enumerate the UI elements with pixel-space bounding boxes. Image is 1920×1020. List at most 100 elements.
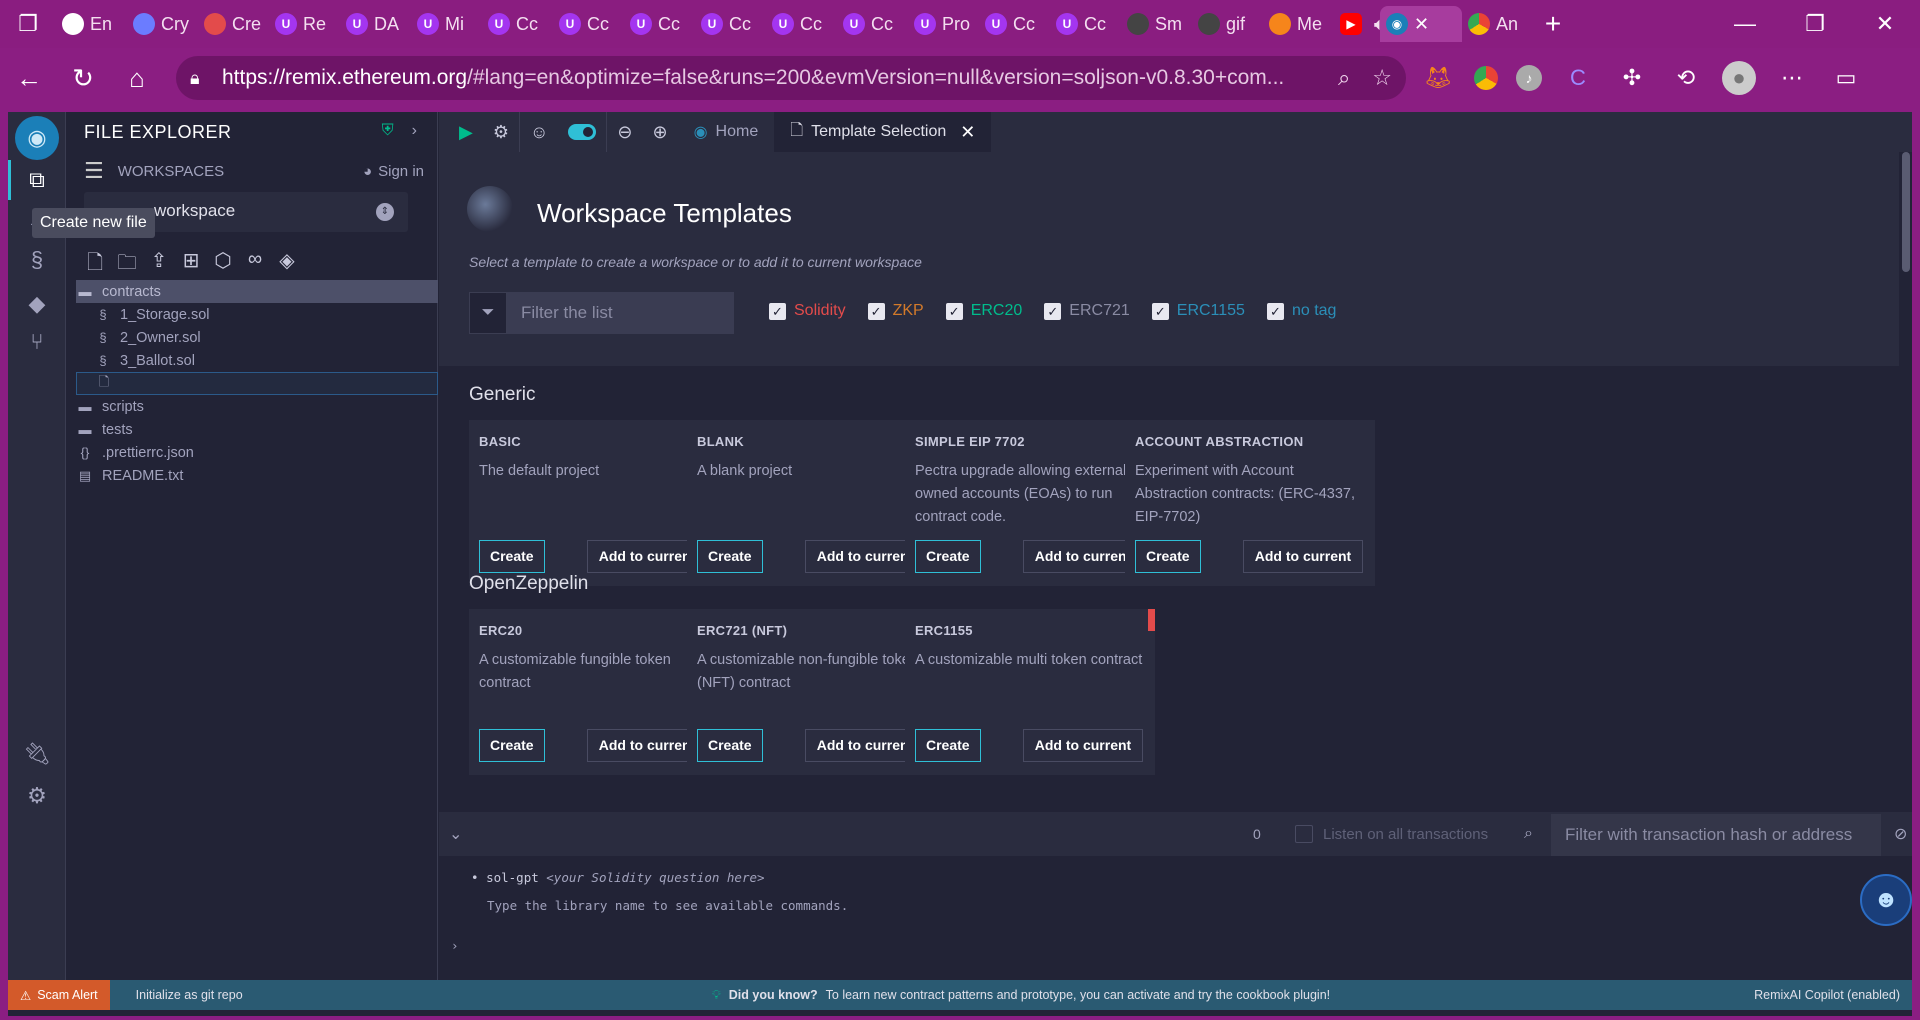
history-icon[interactable]: ⟲ (1668, 60, 1704, 96)
shield-icon[interactable]: ⛨ (382, 122, 394, 140)
home-button[interactable]: ⌂ (110, 54, 164, 102)
import-package-icon[interactable]: ⬡ (212, 248, 234, 282)
copilot-status[interactable]: RemixAI Copilot (enabled) (1754, 988, 1900, 1002)
folder-item[interactable]: ▬ contracts (76, 280, 438, 303)
menu-dots-icon[interactable]: ⋯ (1774, 60, 1810, 96)
browser-tab[interactable]: U Cc (1050, 6, 1121, 42)
tab-home[interactable]: ◉ Home (678, 112, 775, 152)
browser-tab[interactable]: U Cc (482, 6, 553, 42)
settings-gear-icon[interactable]: ⚙ (8, 774, 66, 818)
close-window-button[interactable]: ✕ (1850, 0, 1920, 48)
folder-item[interactable]: ▬ scripts (76, 395, 438, 418)
terminal-prompt[interactable]: › (451, 938, 459, 953)
minimize-button[interactable]: — (1710, 0, 1780, 48)
browser-tab[interactable]: Cry (127, 6, 198, 42)
create-button[interactable]: Create (697, 729, 763, 762)
checkbox-checked-icon[interactable]: ✓ (945, 302, 963, 320)
ai-icon[interactable]: ☺ (520, 122, 558, 143)
solidity-compiler-icon[interactable]: § (8, 238, 66, 282)
url-text[interactable]: https://remix.ethereum.org/#lang=en&opti… (222, 66, 1338, 90)
checkbox-checked-icon[interactable]: ✓ (867, 302, 885, 320)
add-to-current-button[interactable]: Add to current (1023, 729, 1143, 762)
address-bar[interactable]: 🔒︎ https://remix.ethereum.org/#lang=en&o… (176, 56, 1406, 100)
file-item[interactable]: ▤ README.txt (76, 464, 438, 487)
close-icon[interactable]: ✕ (1414, 14, 1429, 35)
hamburger-menu-icon[interactable]: ☰ (84, 158, 104, 184)
tag-filter[interactable]: ✓ no tag (1266, 302, 1336, 320)
upload-icon[interactable]: ⇪ (148, 248, 170, 282)
create-button[interactable]: Create (479, 540, 545, 573)
transaction-filter-input[interactable]: Filter with transaction hash or address (1551, 814, 1881, 856)
checkbox[interactable] (1295, 825, 1313, 843)
browser-tab[interactable]: U Cc (979, 6, 1050, 42)
git-icon[interactable]: ⑂ (8, 320, 66, 364)
zoom-icon[interactable]: ⌕ (1338, 65, 1350, 91)
chevron-down-icon[interactable]: ⌄ (449, 824, 462, 844)
browser-tab[interactable]: En (56, 6, 127, 42)
zoom-out-icon[interactable]: ⊖ (607, 122, 642, 143)
music-icon[interactable]: ♪ (1516, 65, 1542, 91)
tag-filter[interactable]: ✓ ERC20 (945, 302, 1022, 320)
checkbox-checked-icon[interactable]: ✓ (1266, 302, 1284, 320)
create-button[interactable]: Create (1135, 540, 1201, 573)
checkbox-checked-icon[interactable]: ✓ (769, 302, 786, 320)
new-tab-button[interactable]: + (1533, 8, 1573, 40)
browser-tab[interactable]: U Pro (908, 6, 979, 42)
extensions-puzzle-icon[interactable]: ✣ (1614, 60, 1650, 96)
diamond-icon[interactable]: ◈ (276, 248, 298, 282)
tab-remix[interactable]: ◉ ✕ (1380, 6, 1462, 42)
plugin-manager-icon[interactable]: 🔌︎ (8, 732, 66, 776)
tag-filter[interactable]: ✓ ERC721 (1044, 302, 1130, 320)
browser-tab[interactable]: U Cc (695, 6, 766, 42)
browser-tab[interactable]: U Cc (624, 6, 695, 42)
file-item[interactable]: § 2_Owner.sol (76, 326, 438, 349)
file-item[interactable]: § 1_Storage.sol (76, 303, 438, 326)
new-folder-icon[interactable]: 🗀︎ (116, 248, 138, 282)
add-to-current-button[interactable]: Add to current (1243, 540, 1363, 573)
tab-template-selection[interactable]: 🗋︎ Template Selection ✕ (774, 112, 992, 152)
ai-toggle[interactable] (568, 124, 597, 140)
browser-tab[interactable]: Me (1263, 6, 1334, 42)
browser-tab[interactable]: U Re (269, 6, 340, 42)
new-file-icon[interactable]: 🗋︎ (84, 248, 106, 282)
file-item[interactable]: § 3_Ballot.sol (76, 349, 438, 372)
browser-tab[interactable]: U DA (340, 6, 411, 42)
browser-tab[interactable]: gif (1192, 6, 1263, 42)
browser-tab[interactable]: U Cc (766, 6, 837, 42)
init-git-button[interactable]: Initialize as git repo (136, 988, 243, 1002)
create-button[interactable]: Create (479, 729, 545, 762)
close-icon[interactable]: ✕ (960, 122, 975, 143)
metamask-icon[interactable]: 🦊︎ (1420, 60, 1456, 96)
browser-tab[interactable]: Sm (1121, 6, 1192, 42)
browser-tab[interactable]: U Cc (553, 6, 624, 42)
checkbox-checked-icon[interactable]: ✓ (1151, 302, 1169, 320)
run-icon[interactable]: ▶ (449, 122, 483, 143)
profile-avatar[interactable]: ● (1722, 61, 1756, 95)
extension-color-icon[interactable] (1474, 66, 1498, 90)
tag-filter[interactable]: ✓ ERC1155 (1151, 302, 1245, 320)
link-icon[interactable]: ∞ (244, 248, 266, 282)
favorite-star-icon[interactable]: ☆ (1372, 65, 1392, 91)
sidebar-toggle-icon[interactable]: ▭ (1828, 60, 1864, 96)
checkbox-checked-icon[interactable]: ✓ (1044, 302, 1062, 320)
folder-item[interactable]: ▬ tests (76, 418, 438, 441)
scam-alert-button[interactable]: ⚠ Scam Alert (8, 980, 110, 1010)
browser-tab[interactable]: Cre (198, 6, 269, 42)
restore-button[interactable]: ❐ (1780, 0, 1850, 48)
zoom-in-icon[interactable]: ⊕ (642, 122, 677, 143)
extension-c-icon[interactable]: C (1560, 60, 1596, 96)
scrollbar[interactable] (1902, 152, 1910, 272)
upload-folder-icon[interactable]: ⊞ (180, 248, 202, 282)
sign-in-button[interactable]: ◕ Sign in (363, 163, 424, 180)
tag-filter[interactable]: ✓ ZKP (867, 302, 924, 320)
remix-ai-bot-icon[interactable]: ☻ (1860, 874, 1912, 926)
clear-console-icon[interactable]: ⊘ (1894, 824, 1907, 844)
filter-input[interactable]: Filter the list (507, 292, 734, 334)
chevron-right-icon[interactable]: › (412, 122, 417, 140)
tab-last[interactable]: An (1462, 6, 1533, 42)
create-button[interactable]: Create (915, 729, 981, 762)
new-file-input[interactable]: 🗋︎ (76, 372, 438, 395)
file-item[interactable]: {} .prettierrc.json (76, 441, 438, 464)
listen-checkbox[interactable]: Listen on all transactions (1295, 825, 1488, 843)
tag-filter[interactable]: ✓ Solidity (769, 302, 846, 320)
